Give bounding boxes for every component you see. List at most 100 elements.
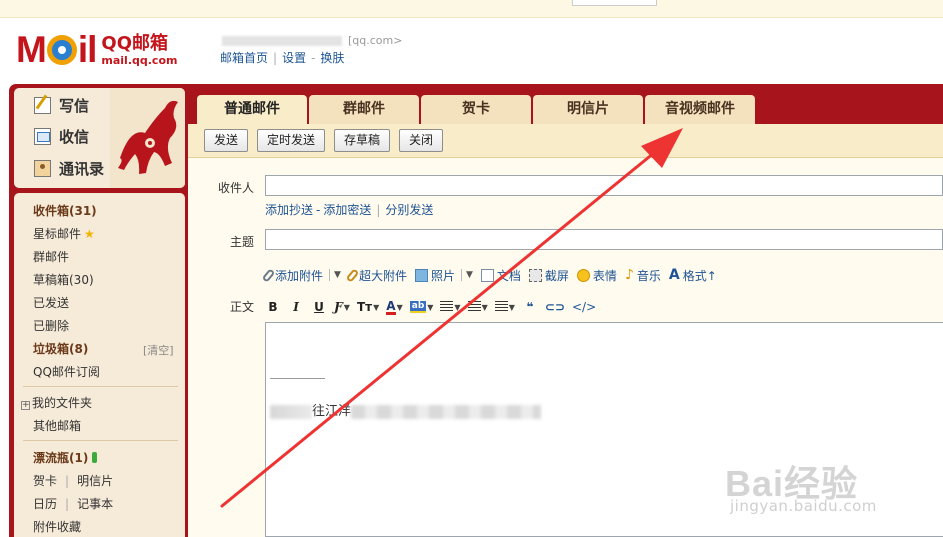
bottle-icon (92, 452, 98, 463)
screenshot-button[interactable]: 截屏 (528, 267, 569, 284)
subject-input[interactable] (265, 229, 943, 250)
signature-blur (270, 404, 312, 419)
expand-icon[interactable]: + (21, 401, 30, 410)
rich-text-toolbar: B I U Ƒ ▼ Tт ▼ A ▼ ab ▼ ▼ ▼ ▼ ❝ ⊂⊃ </> (265, 298, 603, 316)
folder-deleted[interactable]: 已删除 (33, 318, 69, 334)
dropdown-icon: ▼ (454, 302, 461, 312)
link-cards[interactable]: 贺卡 (33, 474, 57, 488)
attachment-dropdown-icon[interactable]: ▼ (334, 270, 341, 280)
align-button[interactable]: ▼ (440, 299, 461, 315)
recipient-options: 添加抄送 - 添加密送 | 分别发送 (265, 201, 433, 218)
link-notes[interactable]: 记事本 (77, 497, 113, 511)
document-icon (480, 268, 494, 282)
underline-button[interactable]: U (311, 299, 327, 315)
top-search-box[interactable] (572, 0, 657, 6)
list-button[interactable]: ▼ (467, 299, 488, 315)
add-bcc-link[interactable]: 添加密送 (323, 203, 371, 217)
account-suffix: [qq.com> (348, 34, 403, 47)
large-attachment-button[interactable]: 超大附件 (345, 267, 407, 284)
indent-button[interactable]: ▼ (494, 299, 515, 315)
folder-attachments[interactable]: 附件收藏 (33, 519, 81, 535)
tab-normal-mail[interactable]: 普通邮件 (197, 95, 307, 124)
italic-label: I (293, 300, 299, 314)
folder-starred[interactable]: 星标邮件 ★ (33, 226, 95, 242)
clear-spam-link[interactable]: [清空] (143, 342, 174, 358)
font-family-icon: Ƒ (334, 300, 343, 314)
folder-my-folders[interactable]: + 我的文件夹 (21, 395, 92, 411)
dropdown-icon: ▼ (508, 302, 515, 312)
link-skin[interactable]: 换肤 (320, 51, 344, 65)
write-label: 写信 (59, 96, 90, 115)
bg-color-button[interactable]: ab ▼ (409, 299, 433, 315)
horse-decoration-icon (110, 88, 185, 188)
align-icon (440, 301, 454, 313)
photo-dropdown-icon[interactable]: ▼ (466, 270, 473, 280)
tab-postcard[interactable]: 明信片 (533, 95, 643, 124)
separator: | (376, 203, 381, 217)
add-attachment-label: 添加附件 (275, 268, 324, 283)
attachment-toolbar: 添加附件 ▼ 超大附件 照片 ▼ 文档 截屏 表情 ♪ 音乐 A 格式↑ (261, 267, 725, 284)
link-calendar[interactable]: 日历 (33, 497, 57, 511)
tab-group-mail[interactable]: 群邮件 (309, 95, 419, 124)
to-label: 收件人 (218, 181, 255, 195)
font-color-button[interactable]: A ▼ (386, 299, 403, 315)
subject-label: 主题 (230, 235, 255, 249)
link-mail-home[interactable]: 邮箱首页 (220, 51, 268, 65)
separator: | (65, 474, 70, 488)
qq-mail-logo[interactable]: Mil QQ邮箱 mail.qq.com (16, 30, 177, 70)
folder-sent[interactable]: 已发送 (33, 295, 69, 311)
document-label: 文档 (496, 268, 521, 283)
quote-icon: ❝ (526, 300, 534, 314)
smiley-icon (576, 268, 590, 282)
folder-group-mail[interactable]: 群邮件 (33, 249, 69, 265)
emoji-button[interactable]: 表情 (576, 267, 617, 284)
send-separately-link[interactable]: 分别发送 (385, 203, 433, 217)
logo-o-icon (46, 35, 77, 65)
tab-av-mail[interactable]: 音视频邮件 (645, 95, 755, 124)
folder-drafts[interactable]: 草稿箱(30) (33, 272, 94, 288)
screenshot-icon (528, 268, 542, 282)
italic-button[interactable]: I (288, 299, 304, 315)
to-input[interactable] (265, 175, 943, 196)
folder-other-mail[interactable]: 其他邮箱 (33, 418, 81, 434)
document-button[interactable]: 文档 (480, 267, 521, 284)
star-icon: ★ (84, 227, 95, 241)
logo-url: mail.qq.com (101, 53, 178, 67)
link-settings[interactable]: 设置 (282, 51, 306, 65)
underline-label: U (314, 300, 324, 314)
body-label: 正文 (230, 300, 255, 314)
tab-card[interactable]: 贺卡 (421, 95, 531, 124)
header: Mil QQ邮箱 mail.qq.com [qq.com> 邮箱首页 | 设置 - 换肤 (0, 18, 943, 84)
body-editor[interactable]: 往江洋 (265, 322, 943, 537)
font-family-button[interactable]: Ƒ ▼ (334, 299, 350, 315)
sidebar: 写信 收信 通讯录 收件箱(31) 星标邮件 ★ 群邮件 草稿箱(30) 已发送 … (14, 88, 185, 537)
receive-button[interactable]: 收信 (34, 125, 89, 147)
folder-starred-label: 星标邮件 (33, 227, 82, 241)
write-button[interactable]: 写信 (34, 94, 89, 116)
logo-m: M (16, 29, 47, 70)
folder-subscriptions[interactable]: QQ邮件订阅 (33, 364, 100, 380)
music-button[interactable]: ♪ 音乐 (625, 267, 661, 284)
send-button[interactable]: 发送 (204, 129, 249, 152)
photo-label: 照片 (430, 268, 455, 283)
contacts-button[interactable]: 通讯录 (34, 157, 104, 179)
link-postcards[interactable]: 明信片 (77, 474, 113, 488)
save-draft-button[interactable]: 存草稿 (334, 129, 391, 152)
photo-button[interactable]: 照片 (414, 267, 455, 284)
close-button[interactable]: 关闭 (399, 129, 444, 152)
folder-spam[interactable]: 垃圾箱(8) (33, 341, 88, 357)
html-source-button[interactable]: </> (572, 299, 596, 315)
folder-inbox[interactable]: 收件箱(31) (33, 203, 97, 219)
link-button[interactable]: ⊂⊃ (545, 299, 565, 315)
add-cc-link[interactable]: 添加抄送 (265, 203, 313, 217)
scheduled-send-button[interactable]: 定时发送 (257, 129, 326, 152)
divider (23, 440, 178, 441)
add-attachment-button[interactable]: 添加附件 (261, 267, 324, 284)
account-blur (222, 36, 342, 46)
bold-button[interactable]: B (265, 299, 281, 315)
quote-button[interactable]: ❝ (522, 299, 538, 315)
cards-postcards: 贺卡 | 明信片 (33, 473, 113, 489)
drift-bottle[interactable]: 漂流瓶(1) (33, 450, 98, 466)
format-button[interactable]: A 格式↑ (669, 267, 717, 284)
font-size-button[interactable]: Tт ▼ (357, 299, 379, 315)
